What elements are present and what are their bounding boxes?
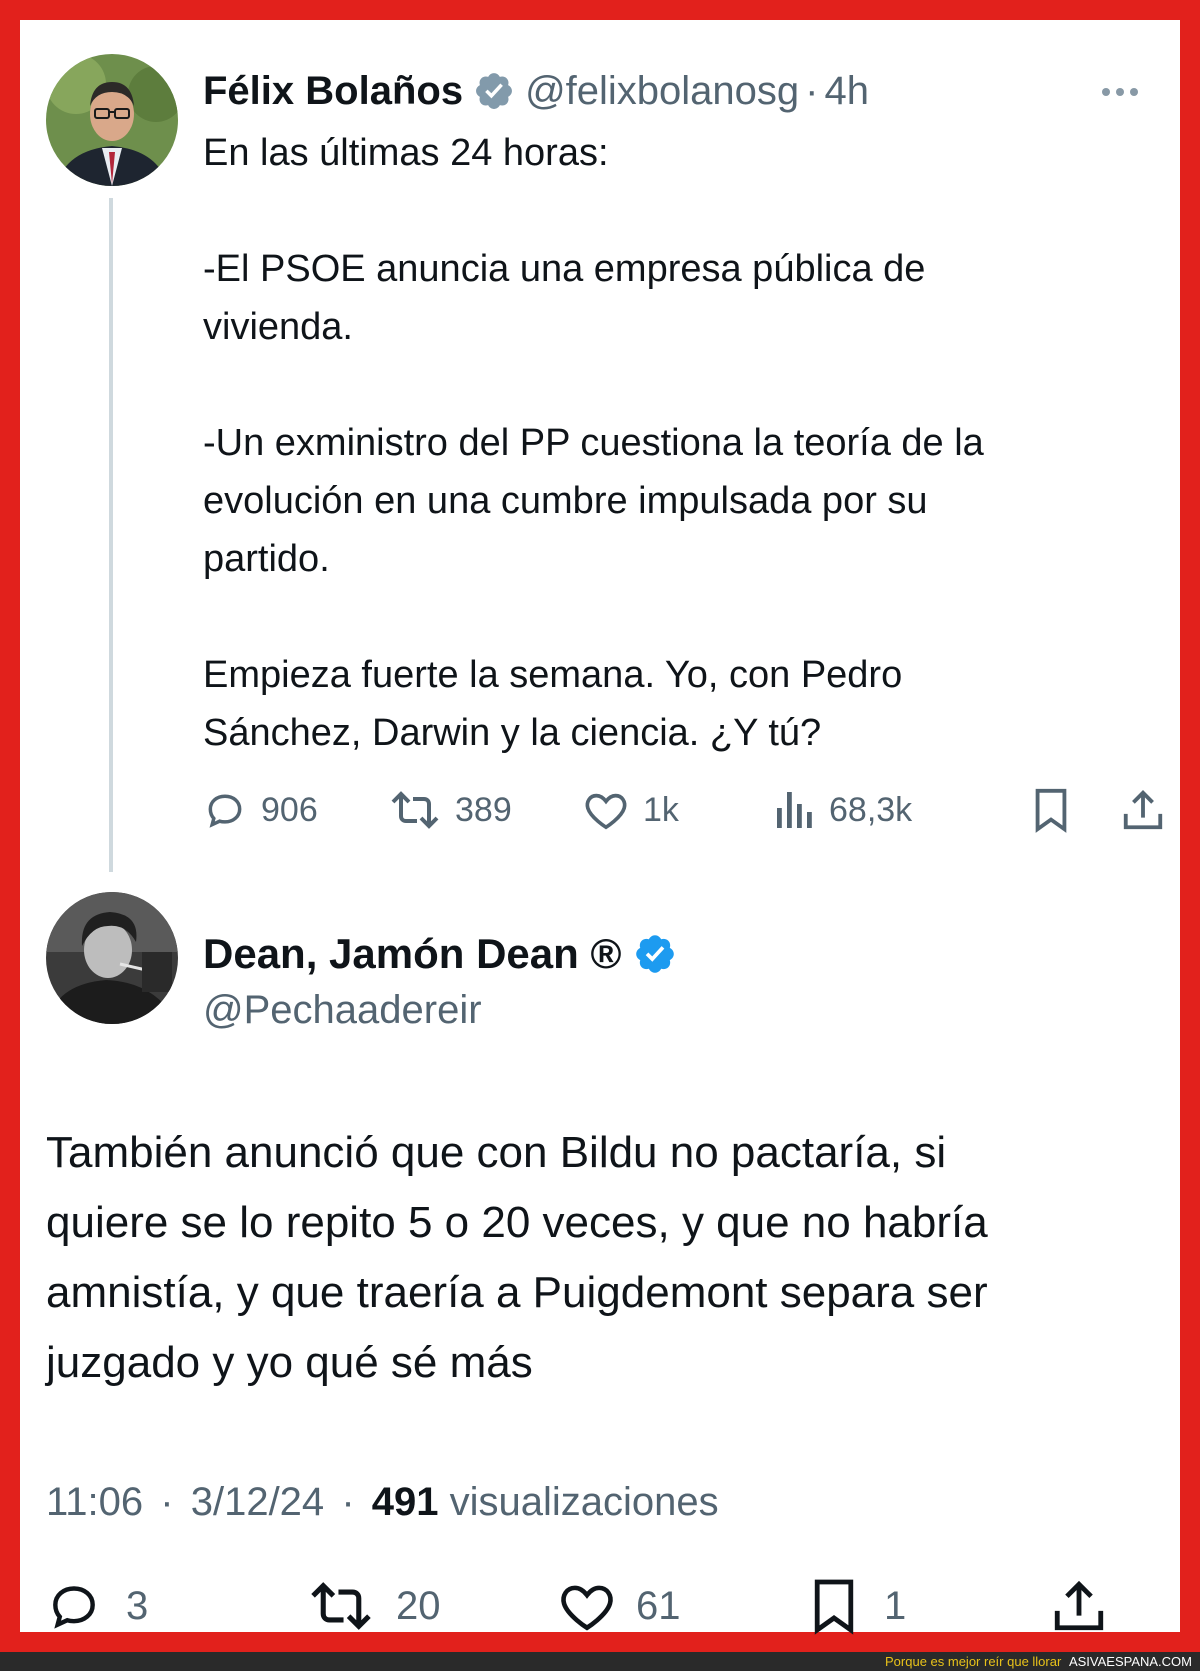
repost-icon xyxy=(391,791,439,829)
separator-dot: · xyxy=(805,68,819,113)
bookmark-icon xyxy=(1035,788,1067,833)
bookmark-button[interactable] xyxy=(1031,782,1071,838)
tweet2-header: Dean, Jamón Dean ® xyxy=(203,926,687,982)
tweet1-line: Sánchez, Darwin y la ciencia. ¿Y tú? xyxy=(203,712,822,754)
tweet2-author-name[interactable]: Dean, Jamón Dean ® xyxy=(203,930,621,978)
views-count: 68,3k xyxy=(829,790,913,829)
tweet2-text: También anunció que con Bildu no pactarí… xyxy=(46,1118,1166,1398)
share-button[interactable] xyxy=(1052,1574,1106,1638)
tweet2-handle[interactable]: @Pechaadereir xyxy=(203,982,482,1038)
bookmark-icon xyxy=(814,1579,854,1635)
reply-icon xyxy=(53,1586,95,1629)
tweet1-line: -Un exministro del PP cuestiona la teorí… xyxy=(203,422,984,464)
reply-button[interactable]: 3 xyxy=(46,1574,148,1638)
avatar-dean[interactable] xyxy=(46,892,178,1024)
verified-badge-icon[interactable] xyxy=(633,932,677,976)
tweet2-line: amnistía, y que traería a Puigdemont sep… xyxy=(46,1268,988,1317)
tweet2-views-count: 491 xyxy=(371,1480,439,1524)
repost-button[interactable]: 389 xyxy=(389,782,512,838)
tweet1-line: En las últimas 24 horas: xyxy=(203,132,609,174)
tweet2-line: quiere se lo repito 5 o 20 veces, y que … xyxy=(46,1198,988,1247)
tweet1-line: evolución en una cumbre impulsada por su xyxy=(203,480,928,522)
tweet1-line: vivienda. xyxy=(203,306,353,348)
bookmark-button[interactable]: 1 xyxy=(810,1574,906,1638)
repost-count: 20 xyxy=(396,1583,441,1628)
share-icon xyxy=(1054,1580,1104,1631)
like-count: 61 xyxy=(636,1583,681,1628)
tweet2-date[interactable]: 3/12/24 xyxy=(191,1480,324,1524)
views-button[interactable]: 68,3k xyxy=(775,782,912,838)
verified-badge-icon[interactable] xyxy=(473,70,515,112)
repost-button[interactable]: 20 xyxy=(308,1574,441,1638)
watermark-footer: Porque es mejor reír que llorar ASIVAESP… xyxy=(0,1652,1200,1671)
tweet1-line: partido. xyxy=(203,538,330,580)
tweet2-line: juzgado y yo qué sé más xyxy=(46,1338,533,1387)
screenshot-card: Félix Bolaños @felixbolanosg · 4h En las… xyxy=(20,20,1180,1635)
footer-site[interactable]: ASIVAESPANA.COM xyxy=(1069,1654,1192,1669)
reply-button[interactable]: 906 xyxy=(203,782,318,838)
views-chart-icon xyxy=(777,792,812,828)
tweet2-views-label: visualizaciones xyxy=(449,1480,719,1524)
share-button[interactable] xyxy=(1121,782,1165,838)
tweet2-time[interactable]: 11:06 xyxy=(46,1480,143,1524)
reply-icon xyxy=(208,794,242,828)
thread-connector-line xyxy=(109,198,113,872)
tweet2-line: También anunció que con Bildu no pactarí… xyxy=(46,1128,947,1177)
tweet1-line: -El PSOE anuncia una empresa pública de xyxy=(203,248,926,290)
heart-icon xyxy=(585,793,627,830)
separator-dot: · xyxy=(160,1480,174,1524)
tweet1-line: Empieza fuerte la semana. Yo, con Pedro xyxy=(203,654,903,696)
reply-count: 3 xyxy=(126,1583,149,1628)
repost-count: 389 xyxy=(455,790,512,829)
separator-dot: · xyxy=(341,1480,355,1524)
repost-icon xyxy=(311,1582,371,1630)
avatar-felix-bolanos[interactable] xyxy=(46,54,178,186)
bookmark-count: 1 xyxy=(884,1583,907,1628)
heart-icon xyxy=(561,1585,613,1631)
tweet1-handle[interactable]: @felixbolanosg xyxy=(525,69,799,114)
like-button[interactable]: 1k xyxy=(583,782,679,838)
tweet2-action-bar: 3 20 61 1 xyxy=(46,1574,1166,1638)
tweet1-author-name[interactable]: Félix Bolaños xyxy=(203,69,463,114)
reply-count: 906 xyxy=(261,790,318,829)
tweet2-metadata: 11:06 · 3/12/24 · 491 visualizaciones xyxy=(46,1474,719,1530)
share-icon xyxy=(1123,790,1163,830)
tweet1-header: Félix Bolaños @felixbolanosg · 4h xyxy=(203,62,869,120)
more-options-icon[interactable] xyxy=(1098,72,1142,112)
tweet1-text: En las últimas 24 horas: -El PSOE anunci… xyxy=(203,124,1143,762)
like-button[interactable]: 61 xyxy=(558,1574,681,1638)
tweet1-timestamp[interactable]: 4h xyxy=(825,69,870,114)
footer-tagline: Porque es mejor reír que llorar xyxy=(885,1654,1062,1669)
like-count: 1k xyxy=(643,790,679,829)
